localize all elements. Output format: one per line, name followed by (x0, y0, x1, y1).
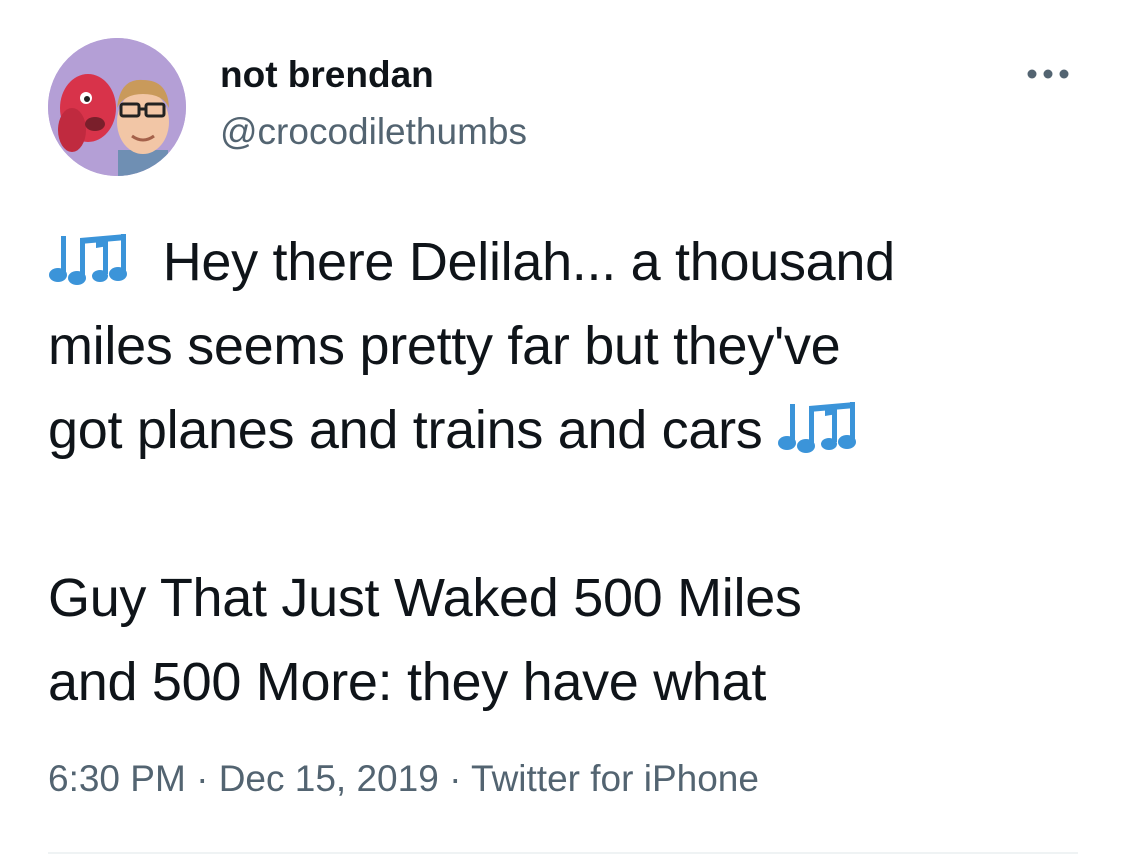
tweet-line-text: Hey there Delilah... a thousand (162, 232, 895, 292)
tweet-date[interactable]: Dec 15, 2019 (219, 758, 439, 799)
notes-emoji-icon (49, 234, 127, 285)
tweet-line-text: miles seems pretty far but they've (48, 316, 841, 376)
meta-separator: · (449, 758, 462, 799)
tweet-line-text: and 500 More: they have what (48, 652, 767, 712)
tweet-line-text: Guy That Just Waked 500 Miles (48, 568, 802, 628)
avatar-image (48, 38, 186, 176)
tweet-line: miles seems pretty far but they've (48, 304, 1088, 388)
display-name[interactable]: not brendan (220, 52, 527, 98)
tweet-line-text: got planes and trains and cars (48, 400, 763, 460)
user-info: not brendan @crocodilethumbs (220, 52, 527, 155)
meta-separator: · (196, 758, 209, 799)
tweet-paragraph-1: Hey there Delilah... a thousand miles se… (48, 220, 1088, 472)
tweet-line: Hey there Delilah... a thousand (48, 220, 1088, 304)
tweet: not brendan @crocodilethumbs Hey there D… (0, 0, 1125, 857)
notes-emoji-icon (778, 402, 857, 453)
user-handle[interactable]: @crocodilethumbs (220, 109, 527, 155)
tweet-metadata: 6:30 PM · Dec 15, 2019 · Twitter for iPh… (48, 754, 759, 804)
more-options-button[interactable] (1022, 58, 1078, 88)
tweet-text: Hey there Delilah... a thousand miles se… (48, 220, 1088, 724)
tweet-line: and 500 More: they have what (48, 640, 1088, 724)
tweet-line: got planes and trains and cars (48, 388, 1088, 472)
tweet-source[interactable]: Twitter for iPhone (471, 758, 759, 799)
avatar[interactable] (48, 38, 186, 176)
tweet-paragraph-2: Guy That Just Waked 500 Miles and 500 Mo… (48, 556, 1088, 724)
tweet-time[interactable]: 6:30 PM (48, 758, 186, 799)
tweet-line: Guy That Just Waked 500 Miles (48, 556, 1088, 640)
more-horizontal-icon (1027, 69, 1069, 79)
divider (48, 852, 1078, 854)
